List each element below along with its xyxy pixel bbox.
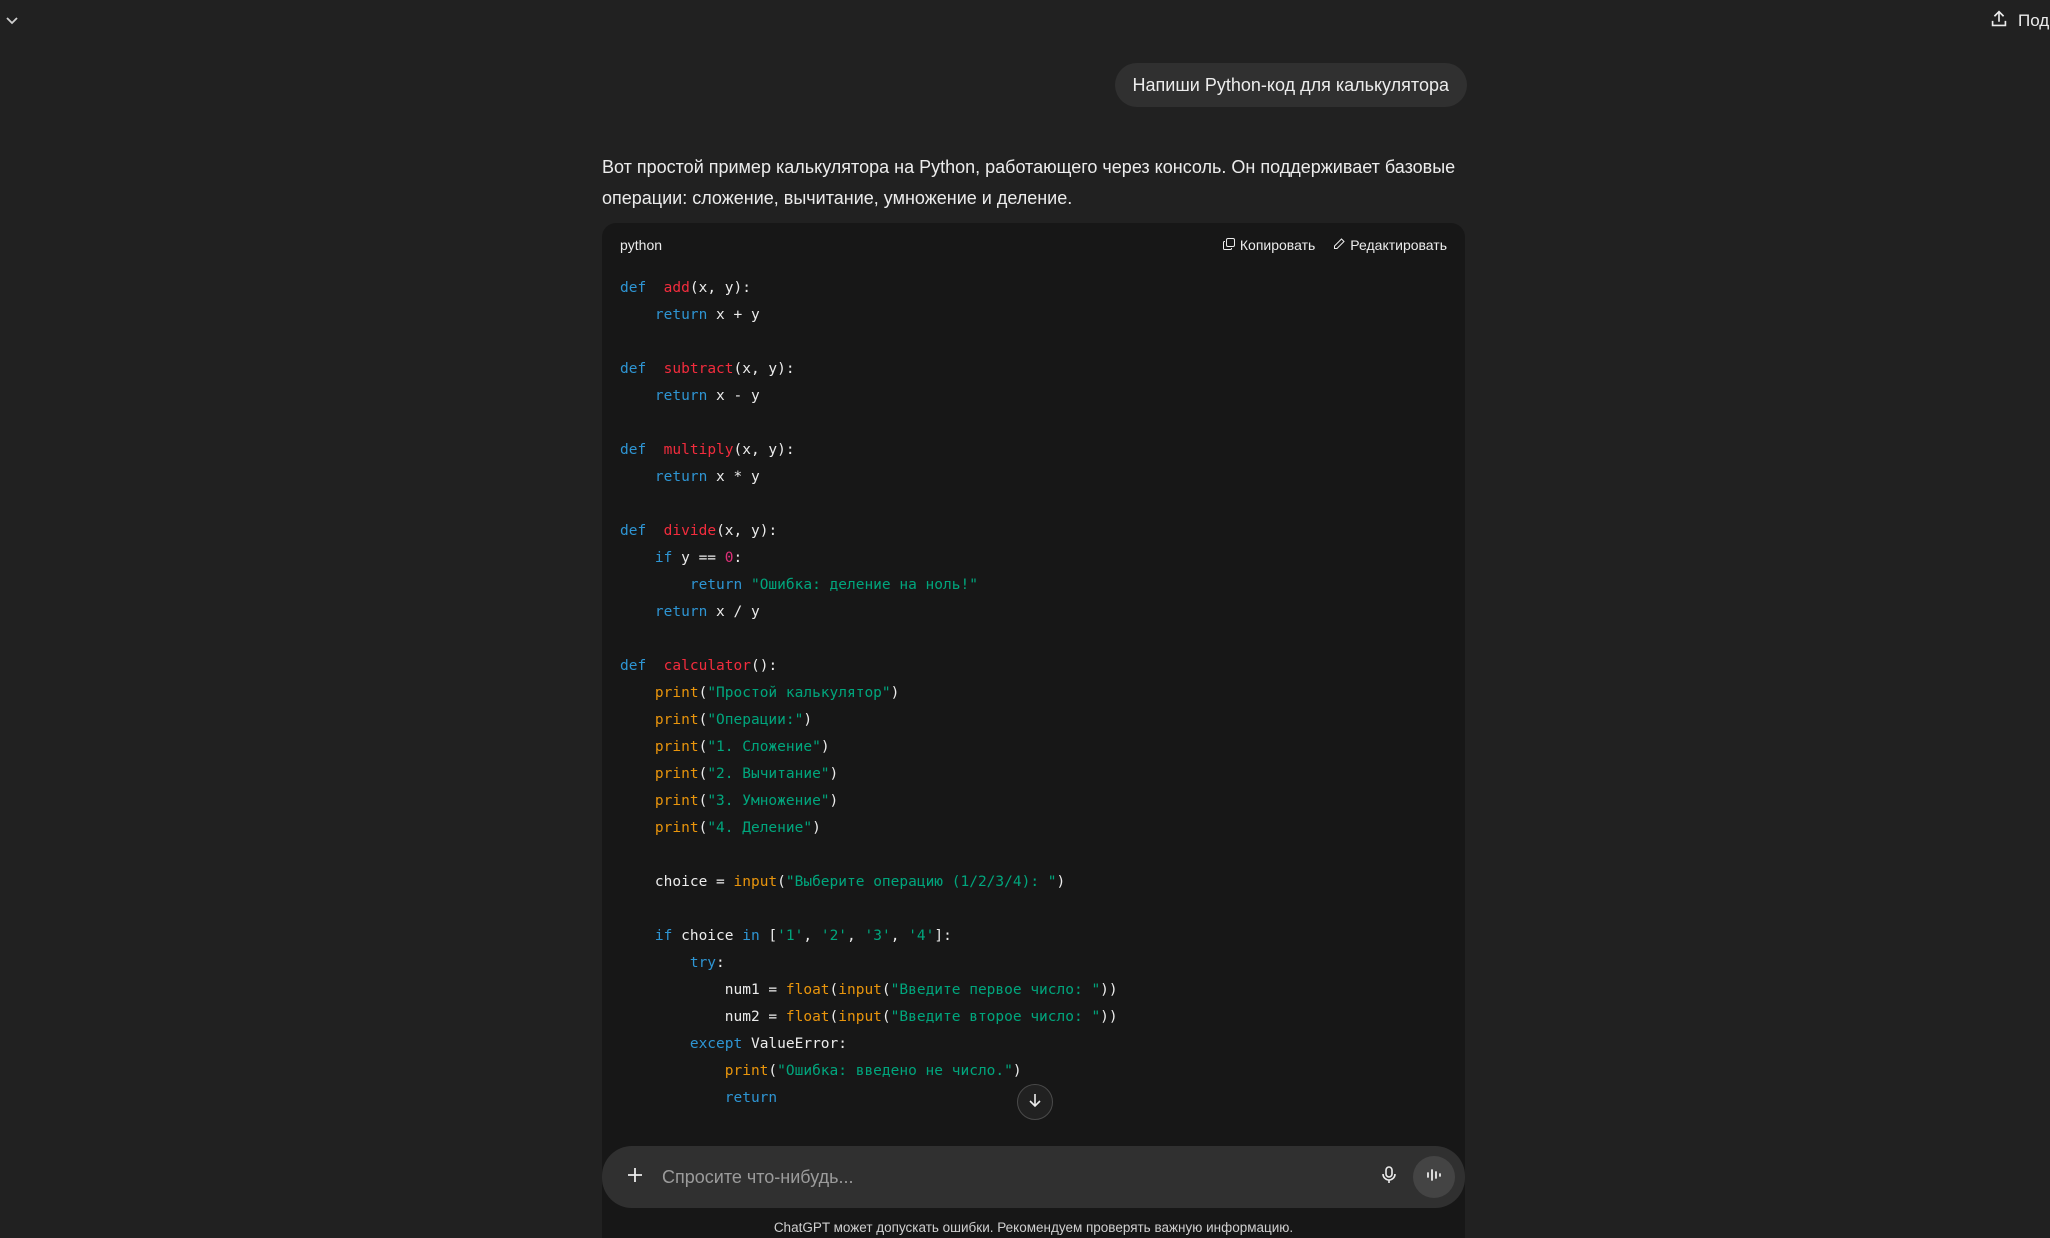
share-button[interactable]: Поделиться [1988,8,2050,34]
dictate-button[interactable] [1371,1159,1407,1195]
share-icon [1988,8,2010,35]
code-line: return x - y [654,388,760,404]
plus-icon [625,1165,645,1190]
code-header: python Копировать Редактировать [602,223,1465,267]
assistant-intro: Вот простой пример калькулятора на Pytho… [602,157,1456,208]
code-line: try: [689,955,725,971]
code-line: def multiply(x, y): [620,442,795,458]
share-label: Поделиться [2018,11,2050,30]
code-line: def add(x, y): [620,280,751,296]
user-message: Напиши Python-код для калькулятора [1114,63,1467,107]
code-line: print("1. Сложение") [654,739,830,755]
code-line: def calculator(): [620,658,778,674]
edit-label: Редактировать [1350,237,1447,253]
code-line: print("2. Вычитание") [654,766,839,782]
edit-code-button[interactable]: Редактировать [1333,237,1447,253]
microphone-icon [1379,1165,1399,1190]
pencil-icon [1333,237,1345,253]
code-line: if y == 0: [654,550,743,566]
attach-button[interactable] [620,1162,650,1192]
code-line: print("Ошибка: введено не число.") [724,1063,1022,1079]
code-line: if choice in ['1', '2', '3', '4']: [654,928,952,944]
code-line: print("Операции:") [654,712,813,728]
copy-icon [1222,237,1235,253]
waveform-icon [1424,1165,1444,1190]
voice-mode-button[interactable] [1413,1156,1455,1198]
arrow-down-icon [1026,1091,1044,1114]
scroll-to-bottom-button[interactable] [1017,1084,1053,1120]
copy-label: Копировать [1239,237,1316,253]
code-line: return "Ошибка: деление на ноль!" [689,577,978,593]
code-line: return x * y [654,469,760,485]
chevron-down-icon[interactable] [2,10,22,30]
prompt-input[interactable] [650,1166,1371,1188]
code-line: print("4. Деление") [654,820,821,836]
code-line: num1 = float(input("Введите первое число… [620,982,1118,998]
code-line: except ValueError: [689,1036,847,1052]
code-line: num2 = float(input("Введите второе число… [620,1009,1118,1025]
code-line: print("3. Умножение") [654,793,839,809]
code-line: def subtract(x, y): [620,361,795,377]
copy-code-button[interactable]: Копировать [1222,237,1316,253]
code-line: return x + y [654,307,760,323]
code-line: choice = input("Выберите операцию (1/2/3… [620,874,1066,890]
disclaimer-text: ChatGPT может допускать ошибки. Рекоменд… [773,1220,1294,1235]
code-line: def divide(x, y): [620,523,778,539]
code-line: return x / y [654,604,760,620]
code-content: def add(x, y): return x + y def subtract… [602,267,1465,1120]
composer [602,1146,1465,1208]
code-language-label: python [620,237,663,253]
code-line: print("Простой калькулятор") [654,685,900,701]
